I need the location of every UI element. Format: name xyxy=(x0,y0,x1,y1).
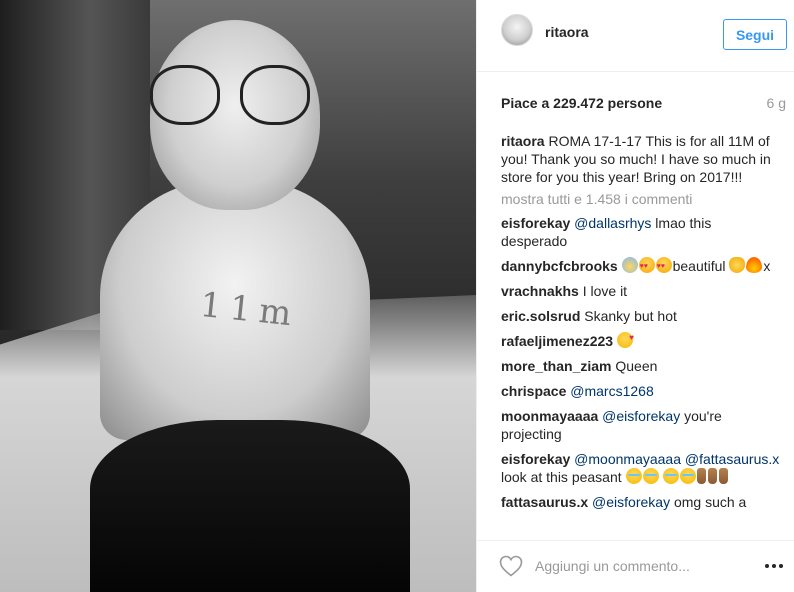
comment-username[interactable]: eisforekay xyxy=(501,451,570,467)
fire-emoji-icon xyxy=(746,257,763,273)
comment-username[interactable]: vrachnakhs xyxy=(501,283,579,299)
comment-text: I love it xyxy=(582,283,628,299)
post-photo[interactable]: 11m xyxy=(0,0,476,592)
comment-username[interactable]: eric.solsrud xyxy=(501,308,580,324)
kiss-emoji-icon xyxy=(616,329,634,348)
list-item: moonmayaaaa @eisforekay you're projectin… xyxy=(501,407,781,443)
list-item: fattasaurus.x @eisforekay omg such a xyxy=(501,493,781,511)
laughing-emoji-icon xyxy=(642,468,659,484)
comment-mention[interactable]: @eisforekay xyxy=(592,494,670,510)
comment-text: beautiful xyxy=(672,258,726,274)
comment-username[interactable]: chrispace xyxy=(501,383,566,399)
comment-mention[interactable]: @marcs1268 xyxy=(570,383,653,399)
caption-username[interactable]: ritaora xyxy=(501,133,545,149)
follow-button[interactable]: Segui xyxy=(723,19,787,50)
comment-mention-2[interactable]: @fattasaurus.x xyxy=(685,451,779,467)
comment-username[interactable]: moonmayaaaa xyxy=(501,408,598,424)
comment-input[interactable] xyxy=(535,555,735,577)
comment-username[interactable]: eisforekay xyxy=(501,215,570,231)
comment-text: look at this peasant xyxy=(501,469,626,485)
laughing-emoji-icon xyxy=(663,468,680,484)
list-item: eisforekay @dallasrhys lmao this despera… xyxy=(501,214,781,250)
heart-outline-icon[interactable] xyxy=(499,555,523,577)
clap-emoji-icon xyxy=(729,257,746,273)
comment-mention[interactable]: @moonmayaaaa xyxy=(574,451,681,467)
heart-eyes-emoji-icon xyxy=(638,257,655,276)
comment-username[interactable]: more_than_ziam xyxy=(501,358,611,374)
comment-mention[interactable]: @eisforekay xyxy=(602,408,680,424)
post-timestamp[interactable]: 6 g xyxy=(767,95,786,111)
comment-text-suffix: x xyxy=(763,258,771,274)
avatar[interactable] xyxy=(501,14,533,46)
laughing-emoji-icon xyxy=(625,468,642,484)
post-caption: ritaora ROMA 17-1-17 This is for all 11M… xyxy=(501,132,781,186)
list-item: chrispace @marcs1268 xyxy=(501,382,781,400)
list-item: vrachnakhs I love it xyxy=(501,282,781,300)
list-item: more_than_ziam Queen xyxy=(501,357,781,375)
comment-text: omg such a xyxy=(670,494,747,510)
heart-eyes-emoji-icon xyxy=(655,257,672,276)
comments-list[interactable]: ritaora ROMA 17-1-17 This is for all 11M… xyxy=(501,132,781,540)
comment-username[interactable]: fattasaurus.x xyxy=(501,494,588,510)
comment-mention[interactable]: @dallasrhys xyxy=(574,215,651,231)
post-header: ritaora Segui xyxy=(477,0,794,72)
middle-finger-emoji-icon xyxy=(708,468,718,484)
comment-username[interactable]: rafaeljimenez223 xyxy=(501,333,613,349)
more-options-icon[interactable] xyxy=(761,557,787,575)
post-side-panel: ritaora Segui Piace a 229.472 persone 6 … xyxy=(476,0,794,592)
show-all-comments-link[interactable]: mostra tutti e 1.458 i commenti xyxy=(501,190,781,208)
scream-emoji-icon xyxy=(621,257,638,273)
middle-finger-emoji-icon xyxy=(719,468,729,484)
list-item: dannybcfcbrooks beautiful x xyxy=(501,257,781,276)
photo-glasses xyxy=(150,65,310,135)
middle-finger-emoji-icon xyxy=(697,468,707,484)
comment-username[interactable]: dannybcfcbrooks xyxy=(501,258,618,274)
list-item: rafaeljimenez223 xyxy=(501,329,781,350)
post-username[interactable]: ritaora xyxy=(545,24,589,40)
likes-count[interactable]: Piace a 229.472 persone xyxy=(501,95,662,111)
list-item: eric.solsrud Skanky but hot xyxy=(501,307,781,325)
comment-footer xyxy=(477,540,794,592)
photo-figure-pants xyxy=(90,420,410,592)
laughing-emoji-icon xyxy=(680,468,697,484)
comment-text: Skanky but hot xyxy=(584,308,677,324)
heart-icon-svg xyxy=(499,555,523,577)
list-item: eisforekay @moonmayaaaa @fattasaurus.x l… xyxy=(501,450,781,486)
comment-text: Queen xyxy=(615,358,658,374)
likes-row: Piace a 229.472 persone 6 g xyxy=(501,95,786,115)
instagram-post-modal: 11m ritaora Segui Piace a 229.472 person… xyxy=(0,0,794,592)
